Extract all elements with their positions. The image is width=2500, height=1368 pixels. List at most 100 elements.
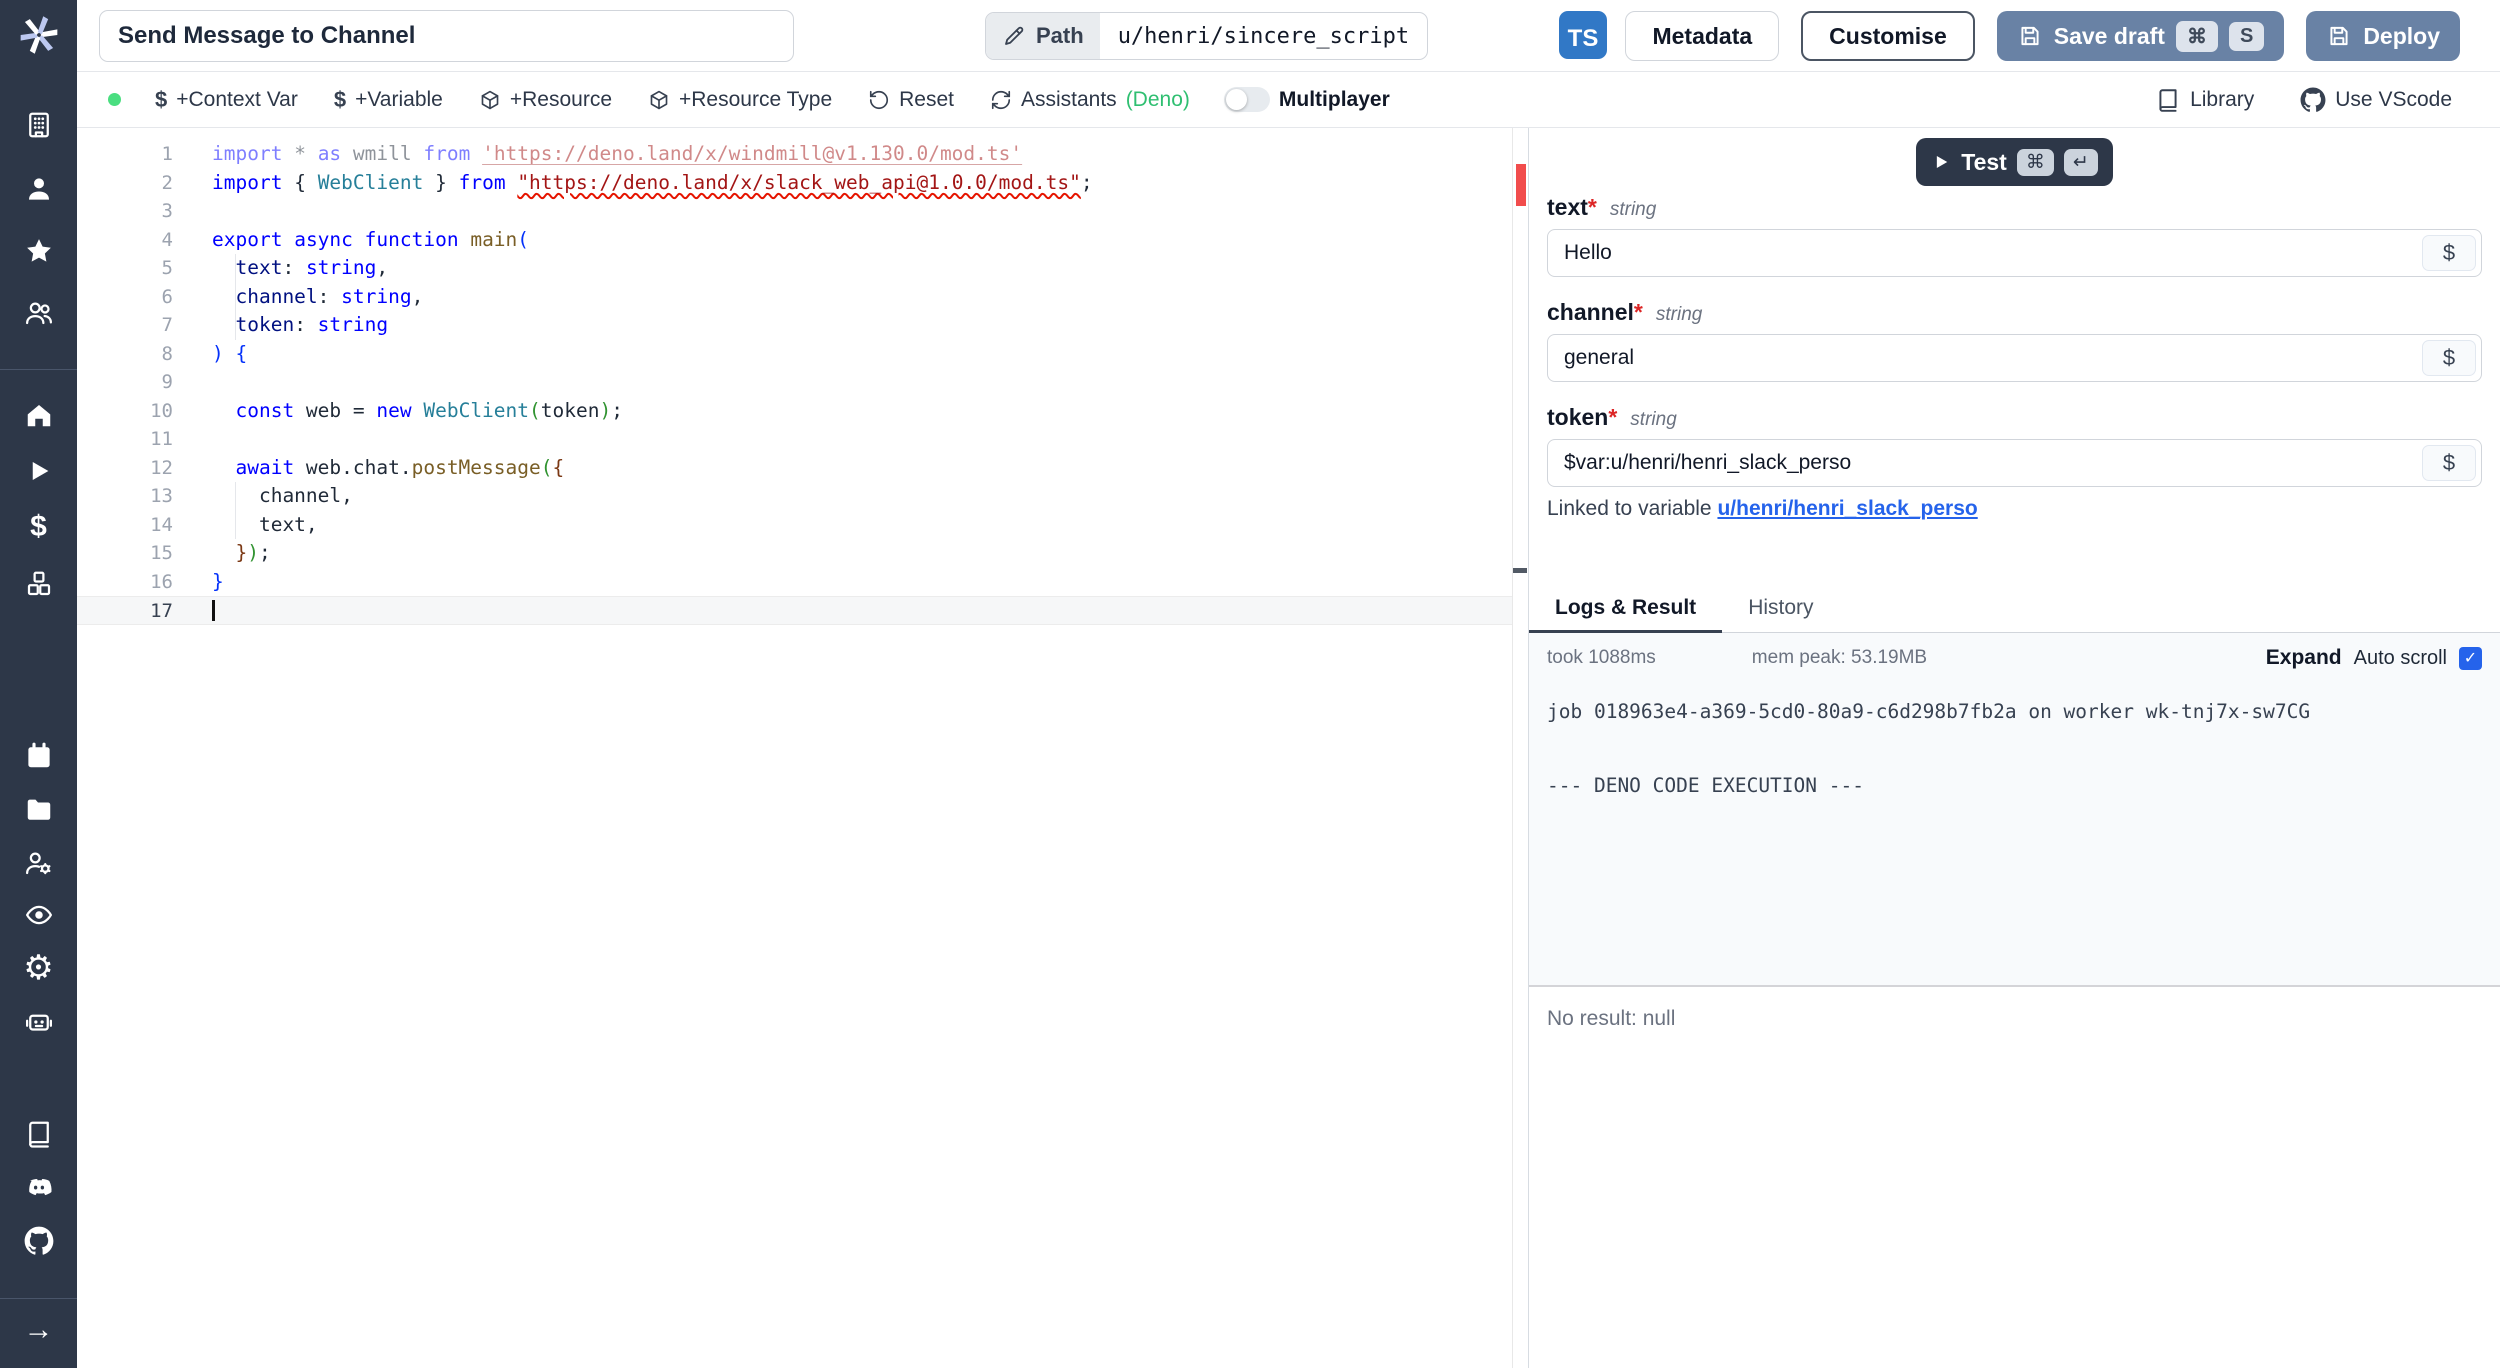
insert-variable-button[interactable]: $ [2422,445,2476,481]
sidebar-item-folder[interactable] [0,792,77,828]
field-label: token*string [1547,404,2482,431]
line-content: ) { [189,340,1528,369]
logs-output[interactable]: job 018963e4-a369-5cd0-80a9-c6d298b7fb2a… [1529,683,2500,985]
line-number: 11 [77,425,189,454]
toolbar-item-context-var[interactable]: $+Context Var [155,88,298,112]
sidebar-item-eye[interactable] [0,897,77,933]
memory-stat: mem peak: 53.19MB [1752,647,1927,669]
tab-logs-result[interactable]: Logs & Result [1529,583,1722,633]
discord-icon [24,1173,54,1203]
code-line-1: 1import * as wmill from 'https://deno.la… [77,140,1528,169]
sidebar-item-calendar[interactable] [0,738,77,774]
channel-input-box: $ [1547,334,2482,382]
toolbar-item-assistants[interactable]: Assistants (Deno) [990,88,1190,112]
sidebar-item-book[interactable] [0,1116,77,1152]
line-content: import { WebClient } from "https://deno.… [189,169,1528,198]
metadata-button[interactable]: Metadata [1625,11,1779,61]
line-content [189,368,1528,397]
use-vscode-button[interactable]: Use VScode [2300,87,2452,113]
log-line: job 018963e4-a369-5cd0-80a9-c6d298b7fb2a… [1547,693,2482,730]
windmill-script-editor: $ ⚙ → Path u/henri/sincere_script TS Metad… [0,0,2500,1368]
path-edit-button[interactable]: Path [986,13,1100,59]
main-area: Path u/henri/sincere_script TS Metadata … [77,0,2500,1368]
tab-history[interactable]: History [1722,583,1839,633]
sidebar-item-users[interactable] [0,295,77,331]
kbd-cmd: ⌘ [2017,149,2054,176]
text-cursor [212,600,215,621]
user-cog-icon [24,848,54,878]
autoscroll-label: Auto scroll [2354,647,2447,670]
sidebar-item-play[interactable] [0,453,77,489]
calendar-icon [24,741,54,771]
home-icon [24,400,54,430]
channel-field-input[interactable] [1548,335,2481,381]
field-label: text*string [1547,194,2482,221]
toolbar-item-resource[interactable]: +Resource [479,88,612,112]
customise-button[interactable]: Customise [1801,11,1975,61]
library-button[interactable]: Library [2155,87,2254,113]
sidebar-item-robot[interactable] [0,1004,77,1040]
expand-button[interactable]: Expand [2266,646,2342,670]
code-line-11: 11 [77,425,1528,454]
play-icon [1931,152,1951,172]
sidebar-item-building[interactable] [0,107,77,143]
sidebar-item-discord[interactable] [0,1170,77,1206]
sidebar-item-gear[interactable]: ⚙ [0,950,77,986]
sidebar-item-cubes[interactable] [0,566,77,602]
path-chip[interactable]: Path u/henri/sincere_script [985,12,1428,60]
sidebar-item-user-cog[interactable] [0,845,77,881]
result-output: No result: null [1529,987,2500,1368]
editor-overview-ruler[interactable] [1512,128,1528,1368]
sidebar-item-arrow-right[interactable]: → [0,1312,77,1348]
code-editor[interactable]: 1import * as wmill from 'https://deno.la… [77,128,1528,1368]
line-content [189,597,1528,624]
typescript-badge: TS [1559,11,1607,59]
toolbar-item-reset[interactable]: Reset [868,88,954,112]
line-content: text: string, [189,254,1528,283]
code-line-8: 8) { [77,340,1528,369]
line-number: 14 [77,511,189,540]
linked-variable-link[interactable]: u/henri/henri_slack_perso [1717,497,1977,520]
sidebar-item-dollar[interactable]: $ [0,509,77,545]
toolbar-item-resource-type[interactable]: +Resource Type [648,88,832,112]
insert-variable-button[interactable]: $ [2422,340,2476,376]
toolbar-right: Library Use VScode [2155,87,2452,113]
code-line-7: 7 token: string [77,311,1528,340]
sidebar-item-github[interactable] [0,1223,77,1259]
sidebar-item-user[interactable] [0,171,77,207]
multiplayer-label: Multiplayer [1279,88,1390,112]
toolbar-item-label: +Context Var [176,88,298,112]
insert-variable-button[interactable]: $ [2422,235,2476,271]
field-label: channel*string [1547,299,2482,326]
test-button[interactable]: Test ⌘ ↵ [1916,138,2113,186]
code-line-5: 5 text: string, [77,254,1528,283]
duration-stat: took 1088ms [1547,647,1656,669]
line-number: 13 [77,482,189,511]
kbd-s: S [2229,22,2264,51]
github-icon [24,1226,54,1256]
code-line-10: 10 const web = new WebClient(token); [77,397,1528,426]
toolbar-item-label: Assistants [1021,88,1117,112]
token-field-input[interactable] [1548,440,2481,486]
pencil-icon [1002,24,1026,48]
code-line-6: 6 channel: string, [77,283,1528,312]
text-field-input[interactable] [1548,230,2481,276]
multiplayer-toggle[interactable] [1224,87,1270,112]
line-content: } [189,568,1528,597]
status-dot [108,93,121,106]
field-token: token*string$Linked to variable u/henri/… [1547,404,2482,521]
required-asterisk: * [1608,404,1617,430]
toolbar-item-variable[interactable]: $+Variable [334,88,443,112]
windmill-logo[interactable] [0,13,77,57]
sidebar-item-home[interactable] [0,397,77,433]
script-title-input[interactable] [99,10,794,62]
log-line [1547,730,2482,767]
sidebar-divider [0,1298,77,1299]
deploy-button[interactable]: Deploy [2306,11,2460,61]
dollar-icon: $ [334,89,346,111]
save-draft-button[interactable]: Save draft ⌘ S [1997,11,2285,61]
autoscroll-checkbox[interactable]: ✓ [2459,647,2482,670]
code-lines: 1import * as wmill from 'https://deno.la… [77,140,1528,625]
sidebar-item-star[interactable] [0,233,77,269]
library-label: Library [2190,88,2254,112]
